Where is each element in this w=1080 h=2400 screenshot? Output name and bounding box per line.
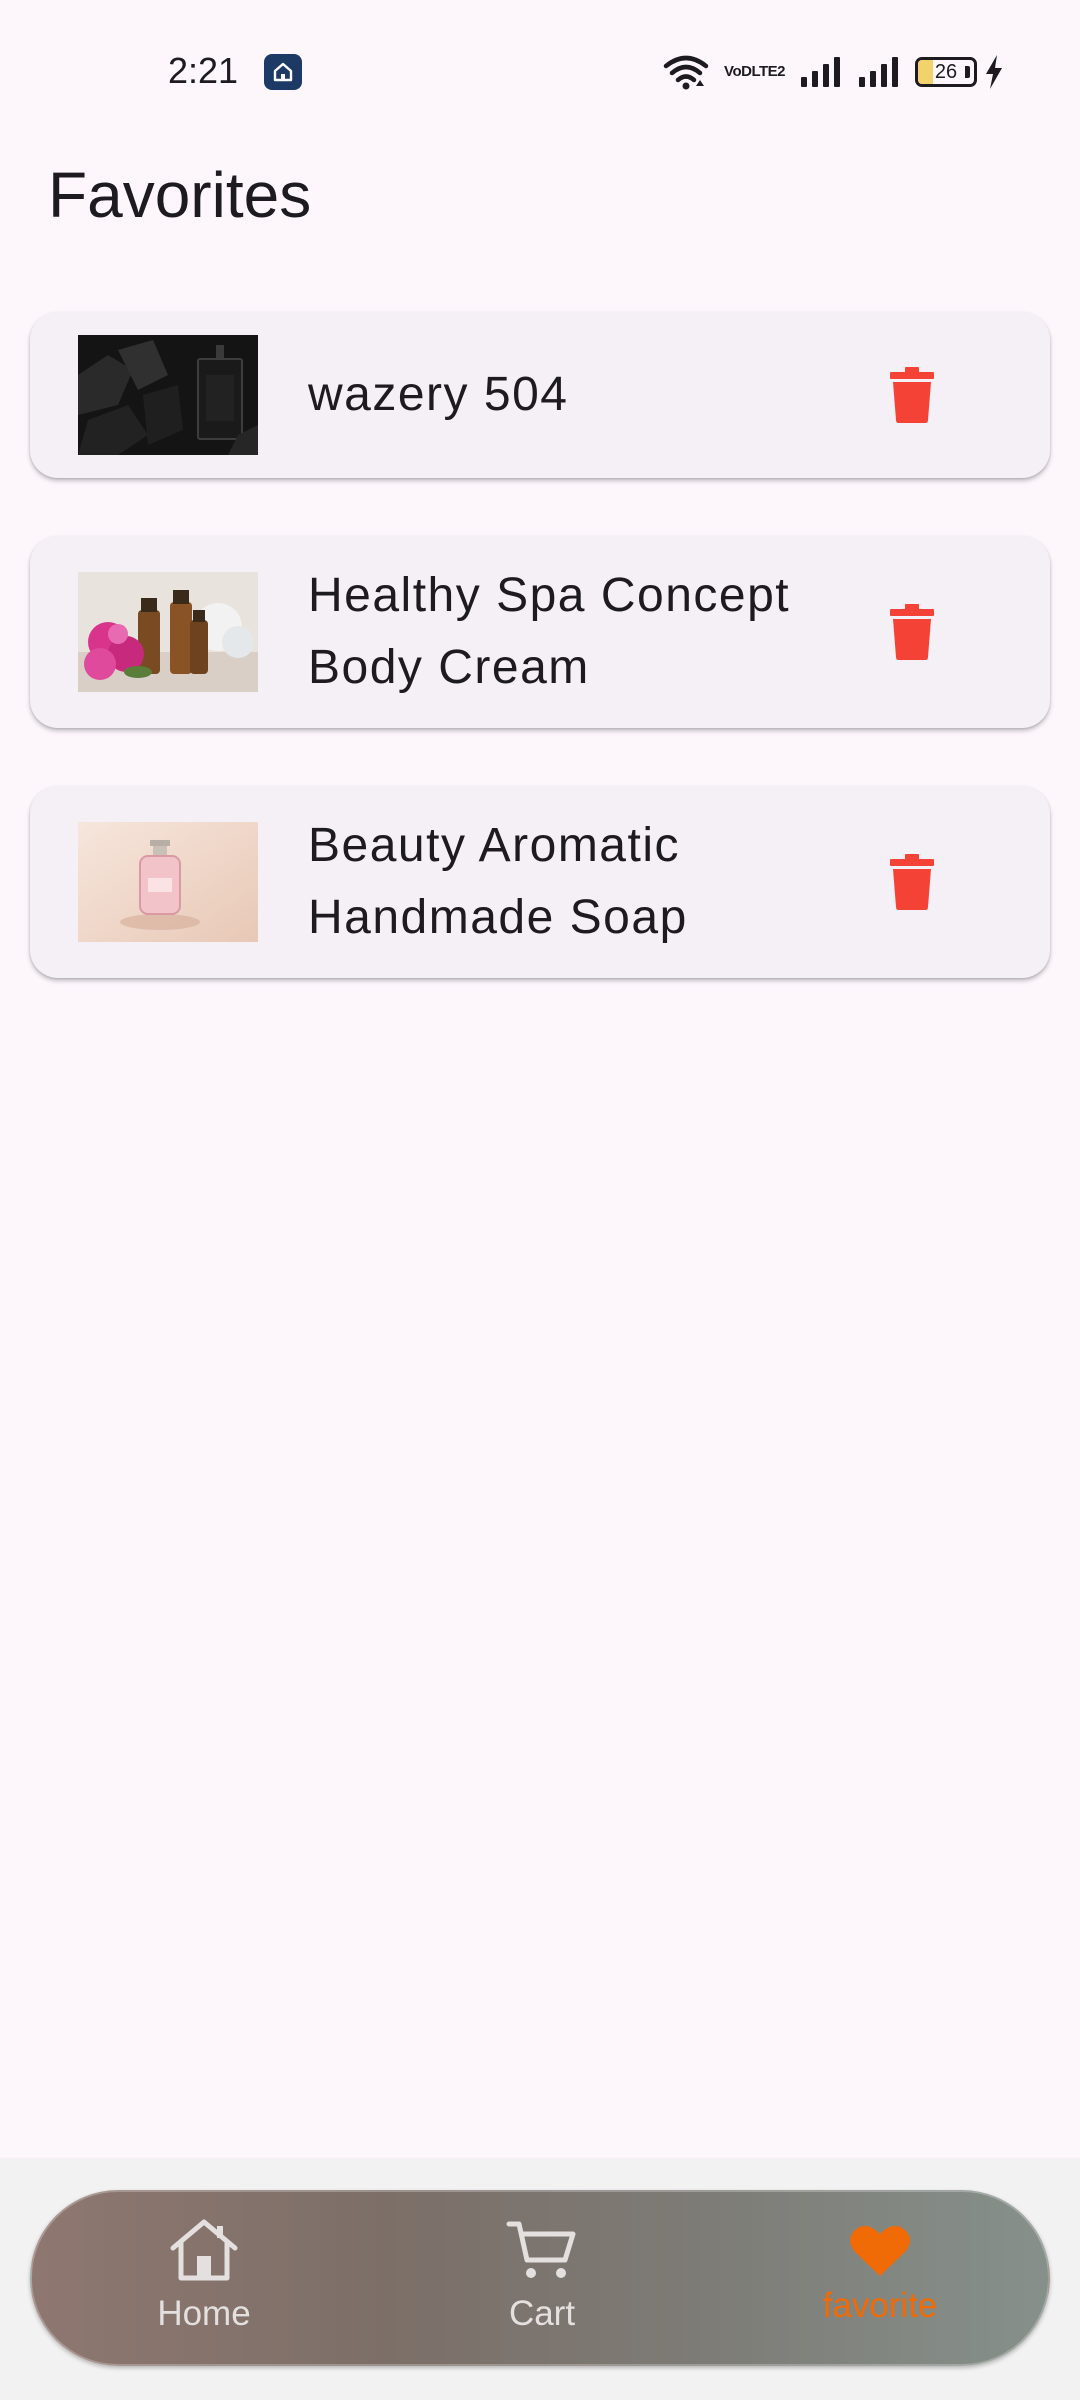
pink-perfume-bottle-image bbox=[78, 822, 258, 942]
volte-top-label: VoD bbox=[724, 63, 752, 80]
favorites-list: wazery 504 Healthy Spa Concept Body Crea… bbox=[30, 312, 1050, 1036]
delete-button[interactable] bbox=[876, 842, 948, 922]
volte-icon: VoD LTE2 bbox=[724, 64, 785, 80]
status-icons: VoD LTE2 26 bbox=[662, 50, 1004, 94]
home-icon bbox=[167, 2214, 241, 2286]
heart-icon bbox=[849, 2214, 911, 2286]
nav-home[interactable]: Home bbox=[84, 2192, 324, 2368]
delete-button[interactable] bbox=[876, 355, 948, 435]
battery-icon: 26 bbox=[915, 57, 977, 87]
trash-icon bbox=[890, 604, 934, 660]
home-app-icon bbox=[264, 54, 302, 90]
battery-level: 26 bbox=[934, 60, 958, 83]
signal-icon bbox=[799, 55, 843, 89]
status-bar: 2:21 VoD LTE2 26 bbox=[0, 0, 1080, 140]
item-name: Healthy Spa Concept Body Cream bbox=[308, 569, 791, 694]
item-name: wazery 504 bbox=[308, 368, 569, 421]
cart-icon bbox=[505, 2214, 579, 2286]
signal-icon-2 bbox=[857, 55, 901, 89]
page-title: Favorites bbox=[48, 159, 312, 231]
trash-icon bbox=[890, 854, 934, 910]
nav-label-cart: Cart bbox=[508, 2294, 576, 2333]
nav-label-favorite: favorite bbox=[822, 2286, 938, 2325]
nav-label-home: Home bbox=[157, 2294, 251, 2333]
favorites-screen: 2:21 VoD LTE2 26 Favorites wazery 504 He… bbox=[0, 0, 1080, 2400]
item-name: Beauty Aromatic Handmade Soap bbox=[308, 819, 688, 944]
battery-fill bbox=[918, 60, 933, 84]
essential-oils-flowers-image bbox=[78, 572, 258, 692]
volte-bottom-label: LTE2 bbox=[751, 63, 785, 80]
wifi-icon bbox=[662, 54, 710, 90]
favorite-item[interactable]: wazery 504 bbox=[30, 312, 1050, 478]
bottom-navigation: Home Cart favorite bbox=[30, 2190, 1050, 2366]
nav-favorite[interactable]: favorite bbox=[760, 2192, 1000, 2368]
favorite-item[interactable]: Healthy Spa Concept Body Cream bbox=[30, 536, 1050, 728]
charging-icon bbox=[984, 54, 1004, 90]
favorite-item[interactable]: Beauty Aromatic Handmade Soap bbox=[30, 786, 1050, 978]
status-time: 2:21 bbox=[168, 50, 239, 91]
nav-cart[interactable]: Cart bbox=[422, 2192, 662, 2368]
dark-perfume-bottle-image bbox=[78, 335, 258, 455]
trash-icon bbox=[890, 367, 934, 423]
delete-button[interactable] bbox=[876, 592, 948, 672]
